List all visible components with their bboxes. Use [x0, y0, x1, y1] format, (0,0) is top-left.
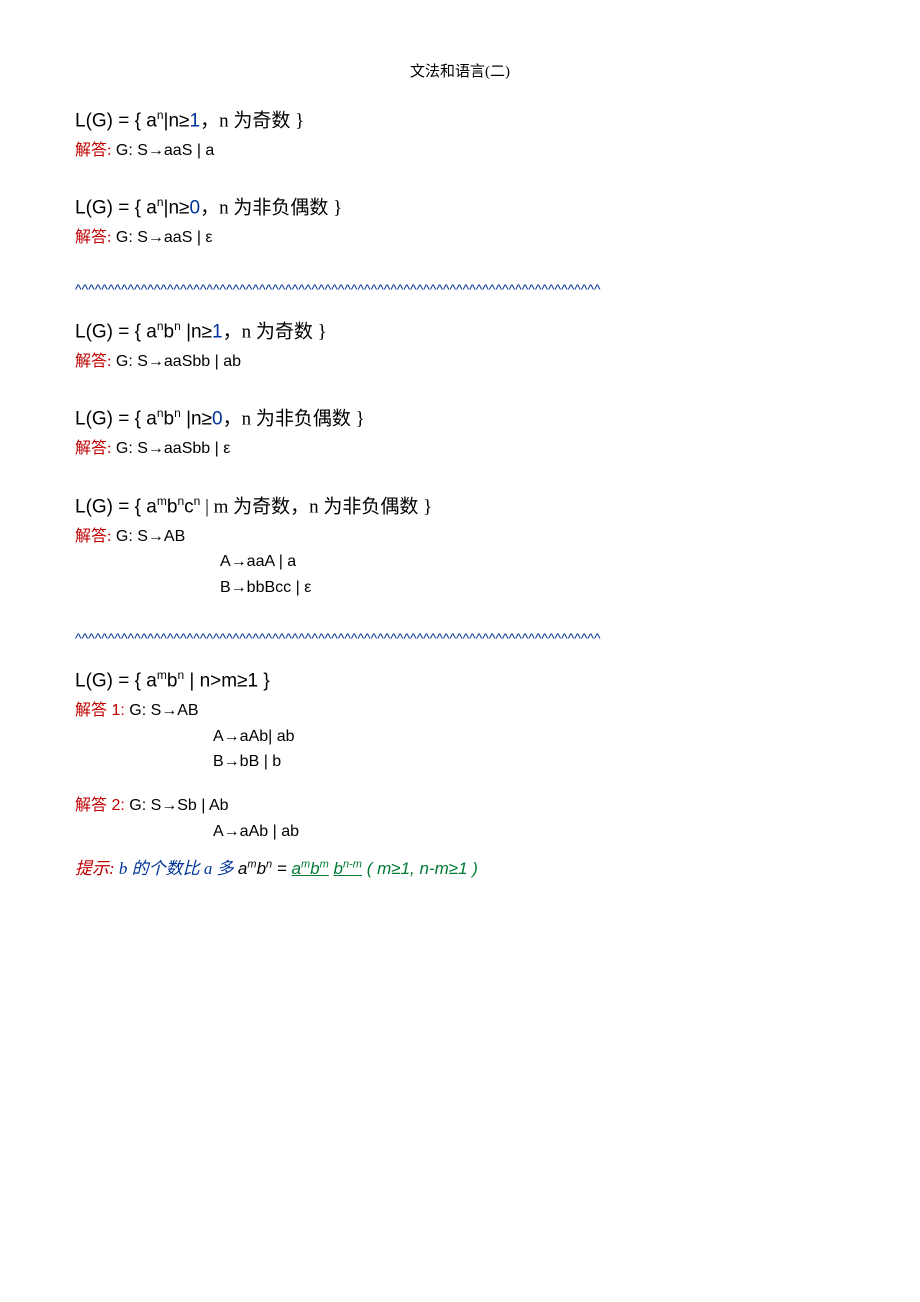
- lg-cn: ，n 为非负偶数 }: [223, 409, 365, 430]
- grammar-line-3: B→bbBcc | ε: [75, 575, 845, 601]
- sup-n2: n: [174, 406, 181, 420]
- sup-n: n: [157, 195, 164, 209]
- answer-text: G: S→aaS | ε: [111, 229, 212, 246]
- lg-mid: |n≥: [164, 198, 190, 219]
- underline-1: ambm: [292, 859, 329, 878]
- answer-label: 解答: [75, 797, 107, 814]
- sup-m: m: [157, 494, 167, 508]
- answer-text: G: S→aaSbb | ab: [111, 353, 241, 370]
- sup-n: n: [157, 108, 164, 122]
- language-def: L(G) = { an|n≥0，n 为非负偶数 }: [75, 193, 845, 223]
- lg-num: 0: [212, 409, 223, 430]
- u2-b: b: [334, 859, 343, 878]
- sup-m: m: [157, 668, 167, 682]
- answer: 解答: G: S→AB: [75, 524, 845, 550]
- lg-mid: |n≥: [164, 110, 190, 131]
- answer-text: G: S→AB: [111, 528, 185, 545]
- sup-n: n: [157, 406, 164, 420]
- answer-text: G: S→AB: [129, 702, 198, 719]
- lg-num: 0: [189, 198, 200, 219]
- answer-num: 2:: [107, 797, 129, 814]
- language-def: L(G) = { ambn | n>m≥1 }: [75, 666, 845, 696]
- grammar-line-2: A→aaA | a: [75, 549, 845, 575]
- lg-rest: | n>m≥1 }: [184, 671, 270, 692]
- underline-2: bn-m: [334, 859, 362, 878]
- lg-cn: ，n 为奇数 }: [200, 110, 304, 131]
- answer: 解答: G: S→aaSbb | ab: [75, 349, 845, 375]
- answer-label: 解答:: [75, 229, 111, 246]
- lg-cn: | m 为奇数，n 为非负偶数 }: [200, 496, 432, 517]
- answer-2: 解答 2: G: S→Sb | Ab: [75, 793, 845, 819]
- language-def: L(G) = { anbn |n≥0，n 为非负偶数 }: [75, 404, 845, 434]
- lg-text: L(G) = { a: [75, 409, 157, 430]
- u-a: a: [292, 859, 301, 878]
- lg-mid: |n≥: [181, 409, 212, 430]
- lg-mid: |n≥: [181, 321, 212, 342]
- problem-5: L(G) = { ambncn | m 为奇数，n 为非负偶数 } 解答: G:…: [75, 492, 845, 601]
- lg-text: L(G) = { a: [75, 496, 157, 517]
- sup-n: n: [157, 319, 164, 333]
- grammar-line-3: B→bB | b: [75, 749, 845, 775]
- lg-text: L(G) = { a: [75, 671, 157, 692]
- answer-label: 解答:: [75, 353, 111, 370]
- answer-label: 解答:: [75, 528, 111, 545]
- language-def: L(G) = { an|n≥1，n 为奇数 }: [75, 106, 845, 136]
- answer-text: G: S→Sb | Ab: [129, 797, 228, 814]
- problem-4: L(G) = { anbn |n≥0，n 为非负偶数 } 解答: G: S→aa…: [75, 404, 845, 461]
- f-eq: =: [272, 859, 291, 878]
- lg-num: 1: [189, 110, 200, 131]
- doc-title: 文法和语言(二): [75, 60, 845, 81]
- lg-b: b: [167, 671, 178, 692]
- u-sup-m2: m: [320, 858, 329, 870]
- separator: ^^^^^^^^^^^^^^^^^^^^^^^^^^^^^^^^^^^^^^^^…: [75, 630, 845, 646]
- lg-cn: ，n 为奇数 }: [223, 321, 327, 342]
- problem-6: L(G) = { ambn | n>m≥1 } 解答 1: G: S→AB A→…: [75, 666, 845, 775]
- lg-text: L(G) = { a: [75, 321, 157, 342]
- lg-b: b: [164, 321, 175, 342]
- lg-c: c: [184, 496, 194, 517]
- answer-label: 解答: [75, 702, 107, 719]
- answer: 解答: G: S→aaSbb | ε: [75, 436, 845, 462]
- problem-6-ans2: 解答 2: G: S→Sb | Ab A→aAb | ab: [75, 793, 845, 844]
- lg-text: L(G) = { a: [75, 198, 157, 219]
- lg-b: b: [167, 496, 178, 517]
- f-a: a: [238, 859, 247, 878]
- answer-label: 解答:: [75, 440, 111, 457]
- hint-text: b 的个数比 a 多: [119, 859, 238, 878]
- answer: 解答: G: S→aaS | ε: [75, 225, 845, 251]
- language-def: L(G) = { ambncn | m 为奇数，n 为非负偶数 }: [75, 492, 845, 522]
- lg-text: L(G) = { a: [75, 110, 157, 131]
- hint-label: 提示:: [75, 859, 119, 878]
- sup-n2: n: [174, 319, 181, 333]
- grammar-line-2: A→aAb| ab: [75, 724, 845, 750]
- lg-cn: ，n 为非负偶数 }: [200, 198, 342, 219]
- separator: ^^^^^^^^^^^^^^^^^^^^^^^^^^^^^^^^^^^^^^^^…: [75, 281, 845, 297]
- grammar-line-2: A→aAb | ab: [75, 819, 845, 845]
- answer-1: 解答 1: G: S→AB: [75, 698, 845, 724]
- answer-text: G: S→aaS | a: [111, 142, 214, 159]
- problem-2: L(G) = { an|n≥0，n 为非负偶数 } 解答: G: S→aaS |…: [75, 193, 845, 250]
- lg-b: b: [164, 409, 175, 430]
- problem-3: L(G) = { anbn |n≥1，n 为奇数 } 解答: G: S→aaSb…: [75, 317, 845, 374]
- u-b: b: [310, 859, 319, 878]
- f-sup-m: m: [247, 858, 256, 870]
- language-def: L(G) = { anbn |n≥1，n 为奇数 }: [75, 317, 845, 347]
- u2-sup-nm: n-m: [343, 858, 362, 870]
- u-sup-m: m: [301, 858, 310, 870]
- hint-paren: ( m≥1, n-m≥1 ): [362, 859, 478, 878]
- problem-1: L(G) = { an|n≥1，n 为奇数 } 解答: G: S→aaS | a: [75, 106, 845, 163]
- answer: 解答: G: S→aaS | a: [75, 138, 845, 164]
- answer-label: 解答:: [75, 142, 111, 159]
- hint: 提示: b 的个数比 a 多 ambn = ambm bn-m ( m≥1, n…: [75, 856, 845, 882]
- answer-text: G: S→aaSbb | ε: [111, 440, 230, 457]
- f-b: b: [257, 859, 266, 878]
- lg-num: 1: [212, 321, 223, 342]
- answer-num: 1:: [107, 702, 129, 719]
- hint-formula: ambn = ambm bn-m: [238, 859, 362, 878]
